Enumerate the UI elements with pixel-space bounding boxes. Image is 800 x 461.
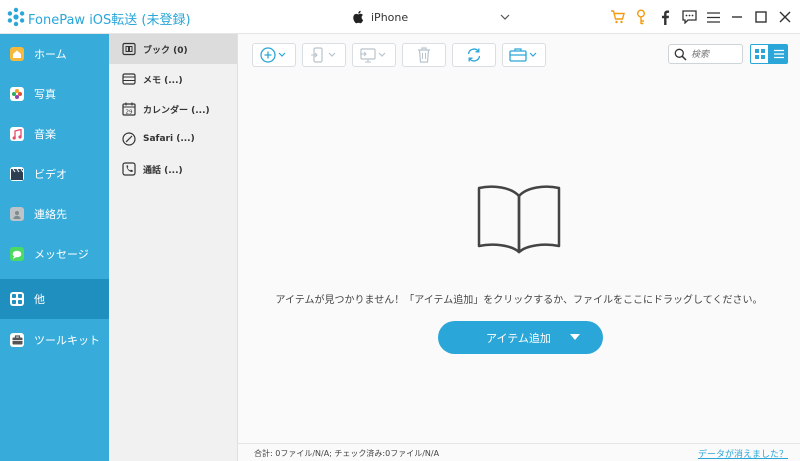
list-view-icon xyxy=(773,49,784,59)
sidebar-item-home[interactable]: ホーム xyxy=(0,34,109,74)
minimize-icon[interactable] xyxy=(728,7,746,27)
cart-icon[interactable] xyxy=(608,7,626,27)
key-icon[interactable] xyxy=(632,7,650,27)
feedback-icon[interactable] xyxy=(680,7,698,27)
open-book-icon xyxy=(477,185,561,254)
safari-icon xyxy=(122,132,136,146)
fonepaw-logo-icon xyxy=(7,7,25,27)
sidebar-item-label: ツールキット xyxy=(34,334,100,347)
sidebar-item-other[interactable]: 他 xyxy=(0,279,109,319)
menu-icon[interactable] xyxy=(704,7,722,27)
music-icon xyxy=(10,127,24,141)
lost-data-link[interactable]: データが消えました？ xyxy=(698,447,788,460)
close-icon[interactable] xyxy=(776,7,794,27)
sidebar-item-label: 連絡先 xyxy=(34,208,67,221)
contacts-icon xyxy=(10,207,24,221)
delete-icon xyxy=(418,47,430,63)
delete-button[interactable] xyxy=(402,43,446,67)
category-item-safari[interactable]: Safari (...) xyxy=(109,124,237,154)
apple-icon xyxy=(353,10,364,24)
list-view-toggle[interactable] xyxy=(769,44,788,64)
sidebar-item-label: 写真 xyxy=(34,88,56,101)
sidebar-item-music[interactable]: 音楽 xyxy=(0,114,109,154)
toolbox-button[interactable] xyxy=(502,43,546,67)
category-panel: ブック (0) メモ (...) 29 カレンダー (...) Safari (… xyxy=(109,34,238,461)
add-button[interactable] xyxy=(252,43,296,67)
export-to-pc-button[interactable] xyxy=(352,43,396,67)
toolkit-icon xyxy=(10,333,24,347)
category-item-label: 通話 (...) xyxy=(143,165,183,176)
toolbox-icon xyxy=(509,48,537,62)
device-selector[interactable]: iPhone xyxy=(352,7,514,27)
status-bar: 合計: 0ファイル/N/A; チェック済み:0ファイル/N/A データが消えまし… xyxy=(238,443,800,461)
category-item-calendar[interactable]: 29 カレンダー (...) xyxy=(109,94,237,124)
sidebar-item-label: ビデオ xyxy=(34,168,67,181)
empty-state-message: アイテムが見つかりません！「アイテム追加」をクリックするか、ファイルをここにドラ… xyxy=(275,295,763,306)
sidebar-item-label: 他 xyxy=(34,293,45,306)
grid-view-icon xyxy=(754,49,765,59)
add-item-label: アイテム追加 xyxy=(486,331,551,345)
messages-icon xyxy=(10,247,24,261)
sidebar-item-video[interactable]: ビデオ xyxy=(0,154,109,194)
chevron-down-icon xyxy=(500,14,510,20)
calendar-icon: 29 xyxy=(122,102,136,116)
refresh-icon xyxy=(467,48,481,62)
category-item-label: Safari (...) xyxy=(143,134,195,144)
export-device-icon xyxy=(311,47,336,63)
sidebar-item-photos[interactable]: 写真 xyxy=(0,74,109,114)
sidebar-item-contacts[interactable]: 連絡先 xyxy=(0,194,109,234)
caret-down-icon[interactable] xyxy=(570,334,580,340)
call-icon xyxy=(122,162,136,176)
app-title: FonePaw iOS転送 (未登録) xyxy=(28,13,191,28)
grid-view-toggle[interactable] xyxy=(750,44,769,64)
main-content: アイテムが見つかりません！「アイテム追加」をクリックするか、ファイルをここにドラ… xyxy=(238,34,800,461)
add-icon xyxy=(260,47,286,63)
export-to-device-button[interactable] xyxy=(302,43,346,67)
maximize-icon[interactable] xyxy=(752,7,770,27)
facebook-icon[interactable] xyxy=(656,7,674,27)
status-summary: 合計: 0ファイル/N/A; チェック済み:0ファイル/N/A xyxy=(254,449,440,458)
sidebar-item-label: ホーム xyxy=(34,48,67,61)
notes-icon xyxy=(122,73,136,85)
search-icon xyxy=(674,48,687,61)
category-item-label: ブック (0) xyxy=(143,45,188,56)
sidebar-item-toolkit[interactable]: ツールキット xyxy=(0,320,109,360)
video-icon xyxy=(10,167,24,181)
svg-text:29: 29 xyxy=(126,110,133,116)
category-item-notes[interactable]: メモ (...) xyxy=(109,64,237,94)
book-icon xyxy=(122,42,136,56)
category-item-label: カレンダー (...) xyxy=(143,105,210,116)
sidebar-item-messages[interactable]: メッセージ xyxy=(0,234,109,274)
photos-icon xyxy=(10,87,24,101)
sidebar-item-label: メッセージ xyxy=(34,248,89,261)
home-icon xyxy=(10,47,24,61)
add-item-button[interactable]: アイテム追加 xyxy=(438,321,603,354)
sidebar: ホーム 写真 音楽 ビデオ 連絡先 メッセージ 他 ツールキット xyxy=(0,34,109,461)
other-icon xyxy=(10,292,24,306)
device-name: iPhone xyxy=(371,10,409,24)
title-bar: FonePaw iOS転送 (未登録) iPhone xyxy=(0,0,800,34)
refresh-button[interactable] xyxy=(452,43,496,67)
category-item-calls[interactable]: 通話 (...) xyxy=(109,154,237,184)
category-item-label: メモ (...) xyxy=(143,75,183,86)
search-input[interactable] xyxy=(691,47,741,62)
category-item-books[interactable]: ブック (0) xyxy=(109,34,237,64)
sidebar-item-label: 音楽 xyxy=(34,128,56,141)
search-box[interactable] xyxy=(668,44,743,64)
export-pc-icon xyxy=(360,48,386,63)
